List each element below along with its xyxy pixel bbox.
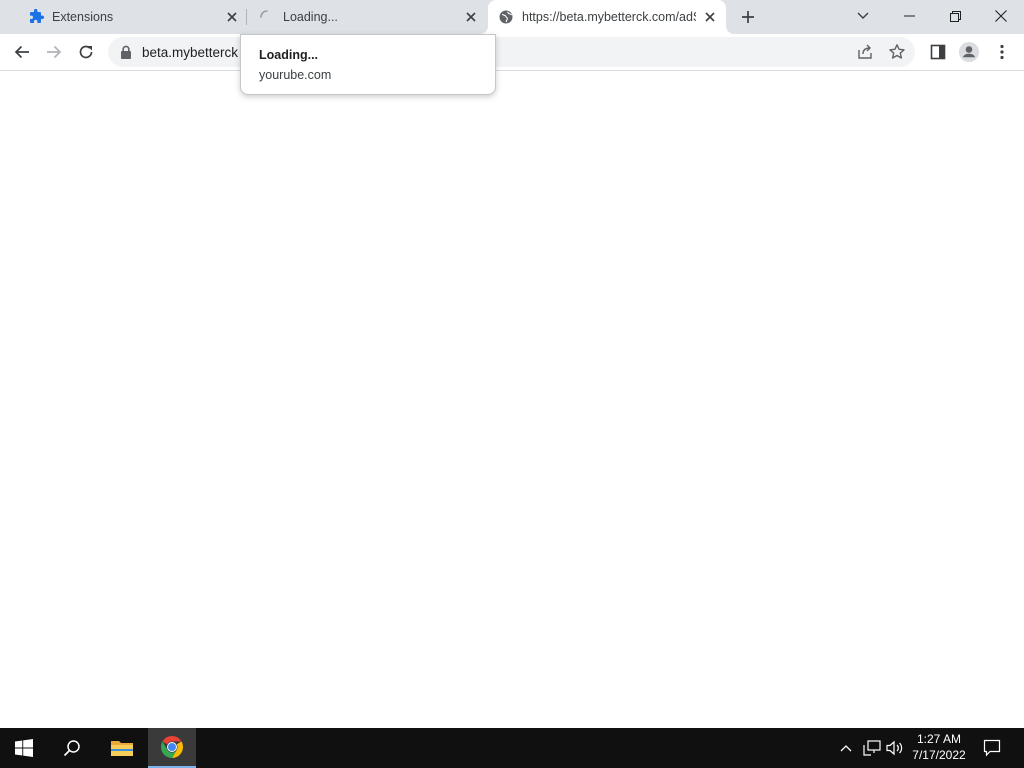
search-button[interactable] bbox=[48, 728, 96, 768]
folder-icon bbox=[111, 741, 133, 756]
windows-icon bbox=[15, 739, 33, 757]
forward-button[interactable] bbox=[40, 38, 68, 66]
restore-icon bbox=[949, 10, 961, 22]
restore-button[interactable] bbox=[932, 0, 978, 32]
arrow-right-icon bbox=[47, 45, 62, 59]
side-panel-button[interactable] bbox=[924, 38, 952, 66]
new-tab-button[interactable] bbox=[737, 6, 759, 28]
back-button[interactable] bbox=[8, 38, 36, 66]
show-hidden-icons-button[interactable] bbox=[836, 728, 856, 768]
reload-button[interactable] bbox=[72, 38, 100, 66]
tab-title: Loading... bbox=[283, 10, 338, 24]
tab-hover-card: Loading... yourube.com bbox=[240, 34, 496, 95]
tab-title: https://beta.mybetterck.com/adS bbox=[522, 10, 696, 24]
action-center-button[interactable] bbox=[976, 728, 1008, 768]
page-content bbox=[0, 71, 1024, 728]
close-icon[interactable] bbox=[224, 9, 240, 25]
globe-icon bbox=[498, 9, 514, 25]
reload-icon bbox=[79, 45, 93, 59]
profile-button[interactable] bbox=[955, 38, 983, 66]
chrome-taskbar-button[interactable] bbox=[148, 728, 196, 768]
toolbar: beta.mybetterck bbox=[0, 34, 1024, 71]
taskbar: 1:27 AM 7/17/2022 bbox=[0, 728, 1024, 768]
chevron-down-icon bbox=[857, 12, 869, 19]
menu-button[interactable] bbox=[988, 38, 1016, 66]
close-icon[interactable] bbox=[463, 9, 479, 25]
hover-card-domain: yourube.com bbox=[259, 68, 332, 82]
spinner-icon bbox=[259, 9, 275, 25]
side-panel-icon bbox=[930, 44, 946, 60]
close-window-button[interactable] bbox=[978, 0, 1024, 32]
more-vert-icon bbox=[1000, 44, 1004, 60]
avatar-icon bbox=[959, 42, 979, 62]
url-text[interactable]: beta.mybetterck bbox=[142, 45, 238, 60]
close-icon[interactable] bbox=[702, 9, 718, 25]
lock-icon[interactable] bbox=[120, 45, 132, 59]
bookmark-star-icon[interactable] bbox=[888, 43, 906, 61]
minimize-button[interactable] bbox=[886, 0, 932, 32]
minimize-icon bbox=[903, 15, 915, 17]
chrome-icon bbox=[161, 736, 183, 758]
tab-search-button[interactable] bbox=[840, 0, 886, 32]
chevron-up-icon bbox=[840, 745, 852, 752]
volume-button[interactable] bbox=[884, 728, 906, 768]
network-button[interactable] bbox=[860, 728, 884, 768]
tab-active[interactable]: https://beta.mybetterck.com/adS bbox=[488, 0, 726, 34]
close-icon bbox=[995, 10, 1007, 22]
notification-icon bbox=[983, 739, 1001, 757]
clock-time: 1:27 AM bbox=[916, 732, 962, 746]
tab-strip: Extensions Loading... https://beta.mybet… bbox=[0, 0, 1024, 34]
arrow-left-icon bbox=[14, 45, 29, 59]
address-bar[interactable]: beta.mybetterck bbox=[108, 37, 915, 67]
search-icon bbox=[63, 740, 80, 757]
tab-title: Extensions bbox=[52, 10, 114, 24]
tab-extensions[interactable]: Extensions bbox=[8, 0, 246, 34]
share-icon[interactable] bbox=[856, 43, 874, 61]
volume-icon bbox=[886, 740, 903, 756]
clock[interactable]: 1:27 AM 7/17/2022 bbox=[906, 731, 972, 763]
network-icon bbox=[863, 740, 881, 756]
puzzle-icon bbox=[28, 8, 44, 25]
file-explorer-button[interactable] bbox=[98, 728, 146, 768]
tab-loading[interactable]: Loading... bbox=[247, 0, 485, 34]
plus-icon bbox=[742, 11, 754, 23]
clock-date: 7/17/2022 bbox=[912, 748, 966, 762]
start-button[interactable] bbox=[0, 728, 48, 768]
hover-card-title: Loading... bbox=[259, 48, 319, 62]
